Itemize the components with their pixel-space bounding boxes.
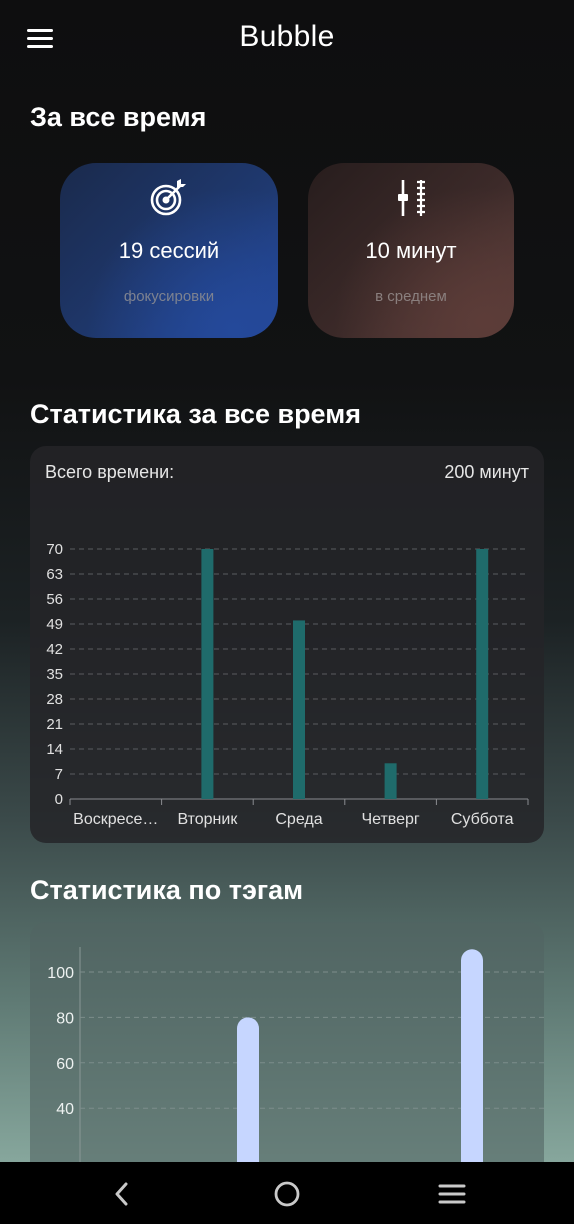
y-tick-label: 40 xyxy=(56,1101,74,1118)
x-tick-label: Суббота xyxy=(451,811,514,828)
section-title-weekly: Статистика за все время xyxy=(30,399,361,429)
average-caption: в среднем xyxy=(375,288,447,305)
y-tick-label: 70 xyxy=(46,541,63,558)
sessions-caption: фокусировки xyxy=(123,288,215,305)
x-tick-label: Вторник xyxy=(177,811,238,828)
y-tick-label: 60 xyxy=(56,1056,74,1073)
y-tick-label: 80 xyxy=(56,1010,74,1027)
x-tick-label: Четверг xyxy=(361,811,419,828)
recents-icon[interactable] xyxy=(432,1177,472,1211)
bar xyxy=(476,549,489,799)
target-icon xyxy=(60,178,278,218)
x-tick-label: Среда xyxy=(275,811,322,828)
weekly-chart-panel: Всего времени: 200 минут 0 7 14 21 28 35 42 49 5… xyxy=(30,446,544,843)
y-tick-label: 21 xyxy=(46,716,63,733)
app-bar: Bubble xyxy=(0,0,574,76)
weekly-bar-chart: 0 7 14 21 28 35 42 49 56 63 70 Воскресе… Вторник Сред… xyxy=(46,541,529,828)
x-tick-label: Воскресе… xyxy=(73,811,158,828)
y-tick-label: 49 xyxy=(46,616,63,633)
home-icon[interactable] xyxy=(267,1177,307,1211)
tags-bar-chart: 40 60 80 100 xyxy=(47,947,544,1172)
sessions-card: 19 сессий фокусировки xyxy=(60,163,278,338)
y-tick-label: 42 xyxy=(46,641,63,658)
section-title-all-time: За все время xyxy=(30,102,207,132)
average-card: 10 минут в среднем xyxy=(308,163,514,338)
bar xyxy=(201,549,214,799)
sessions-count: 19 сессий xyxy=(118,238,220,263)
sliders-icon xyxy=(308,178,514,218)
y-tick-label: 7 xyxy=(55,766,63,783)
back-icon[interactable] xyxy=(102,1177,142,1211)
bar xyxy=(293,620,305,799)
y-tick-label: 14 xyxy=(46,741,63,758)
y-tick-label: 0 xyxy=(55,791,63,808)
bar xyxy=(461,949,483,1172)
tags-chart-panel: 40 60 80 100 xyxy=(30,922,544,1172)
bar xyxy=(384,763,397,799)
app-title: Bubble xyxy=(239,20,335,53)
y-tick-label: 35 xyxy=(46,666,63,683)
system-nav-bar xyxy=(0,1162,574,1224)
y-tick-label: 100 xyxy=(47,965,74,982)
average-minutes: 10 минут xyxy=(365,238,457,263)
y-tick-label: 63 xyxy=(46,566,63,583)
bar xyxy=(237,1017,259,1172)
section-title-tags: Статистика по тэгам xyxy=(30,875,304,905)
y-tick-label: 56 xyxy=(46,591,63,608)
y-tick-label: 28 xyxy=(46,691,63,708)
